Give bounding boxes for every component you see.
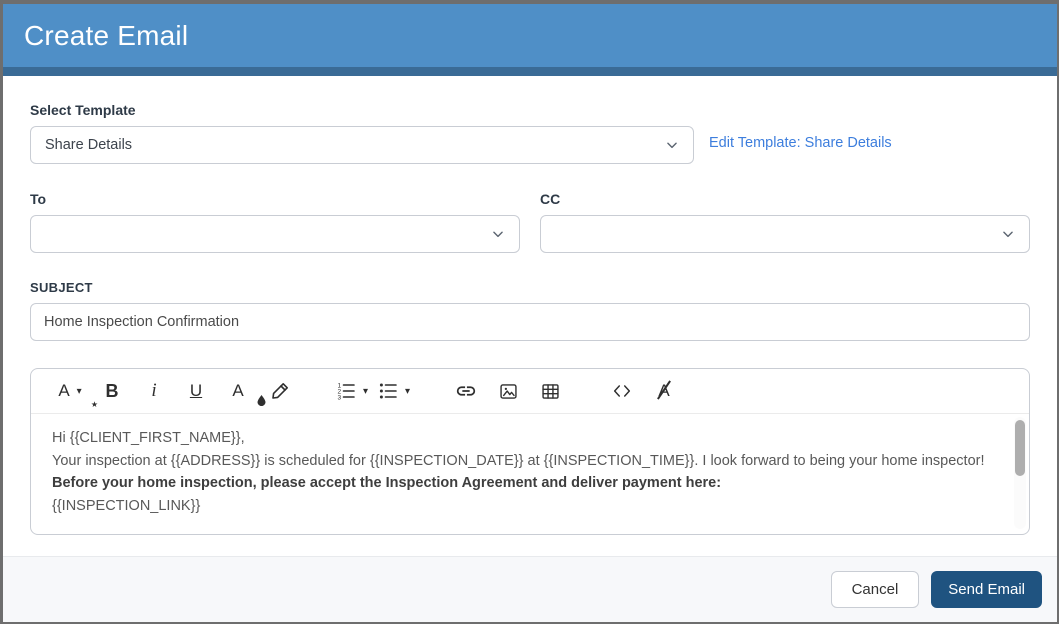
recipients-row: To CC (30, 191, 1030, 253)
image-icon (499, 383, 517, 399)
template-field: Select Template Share Details Edit Templ… (30, 102, 1030, 164)
underline-button[interactable]: U (175, 376, 217, 406)
highlighter-icon (272, 383, 288, 399)
ordered-list-button[interactable]: 1 2 3 ▾ (331, 376, 373, 406)
scrollbar-thumb[interactable] (1015, 420, 1025, 476)
body-line: Your inspection at {{ADDRESS}} is schedu… (52, 452, 985, 469)
italic-icon: i (151, 380, 157, 401)
subject-input[interactable] (30, 303, 1030, 341)
highlight-button[interactable] (259, 376, 301, 406)
caret-down-icon: ▾ (362, 385, 369, 397)
editor-body[interactable]: Hi {{CLIENT_FIRST_NAME}}, Your inspectio… (31, 414, 1029, 534)
clear-format-button[interactable]: A (643, 376, 685, 406)
bold-icon: B (105, 380, 119, 401)
ordered-list-icon: 1 2 3 (337, 382, 355, 401)
template-select[interactable]: Share Details (30, 126, 694, 164)
code-icon (613, 385, 631, 397)
insert-image-button[interactable] (487, 376, 529, 406)
dialog-header: Create Email (3, 4, 1057, 67)
dialog-content: Select Template Share Details Edit Templ… (3, 76, 1057, 556)
underline-icon: U (189, 381, 203, 400)
cancel-button[interactable]: Cancel (830, 571, 920, 608)
font-color-icon: A (232, 381, 244, 400)
font-style-icon: A (58, 381, 70, 400)
link-icon (456, 386, 476, 396)
template-select-value: Share Details (45, 137, 133, 153)
font-color-button[interactable]: A (217, 376, 266, 406)
insert-table-button[interactable] (529, 376, 571, 406)
insert-link-button[interactable] (445, 376, 487, 406)
caret-down-icon: ▾ (76, 385, 82, 397)
to-select[interactable] (30, 215, 520, 253)
unordered-list-button[interactable]: ▾ (373, 376, 415, 406)
to-field: To (30, 191, 520, 253)
body-line: Before your home inspection, please acce… (52, 475, 722, 491)
svg-text:3: 3 (337, 394, 341, 401)
editor-scrollbar[interactable] (1014, 417, 1026, 529)
header-accent-strip (3, 67, 1057, 76)
chevron-down-icon (665, 138, 679, 152)
cc-field: CC (540, 191, 1030, 253)
cc-label: CC (540, 191, 561, 207)
clear-format-icon: A (658, 381, 670, 400)
chevron-down-icon (1001, 227, 1015, 241)
body-line: {{INSPECTION_LINK}} (52, 497, 201, 514)
body-line: Hi {{CLIENT_FIRST_NAME}}, (52, 430, 245, 446)
select-template-label: Select Template (30, 102, 136, 118)
font-style-button[interactable]: A ★ ▾ (49, 376, 98, 409)
italic-button[interactable]: i (133, 376, 175, 406)
unordered-list-icon (379, 383, 397, 399)
subject-field: SUBJECT (30, 280, 1030, 341)
bold-button[interactable]: B (91, 376, 133, 406)
caret-down-icon: ▾ (404, 385, 411, 397)
chevron-down-icon (491, 227, 505, 241)
editor-toolbar: A ★ ▾ B i U A 1 2 3 ▾ ▾ A (31, 369, 1029, 414)
edit-template-link[interactable]: Edit Template: Share Details (709, 135, 892, 151)
dialog-footer: Cancel Send Email (3, 556, 1057, 622)
table-icon (541, 383, 559, 399)
code-view-button[interactable] (601, 376, 643, 406)
rich-text-editor: A ★ ▾ B i U A 1 2 3 ▾ ▾ A Hi {{CLIENT_FI… (30, 368, 1030, 535)
to-label: To (30, 191, 47, 207)
send-email-button[interactable]: Send Email (931, 571, 1042, 608)
cc-select[interactable] (540, 215, 1030, 253)
subject-label: SUBJECT (30, 280, 93, 295)
page-title: Create Email (24, 19, 189, 51)
create-email-dialog: Create Email Select Template Share Detai… (0, 0, 1059, 624)
